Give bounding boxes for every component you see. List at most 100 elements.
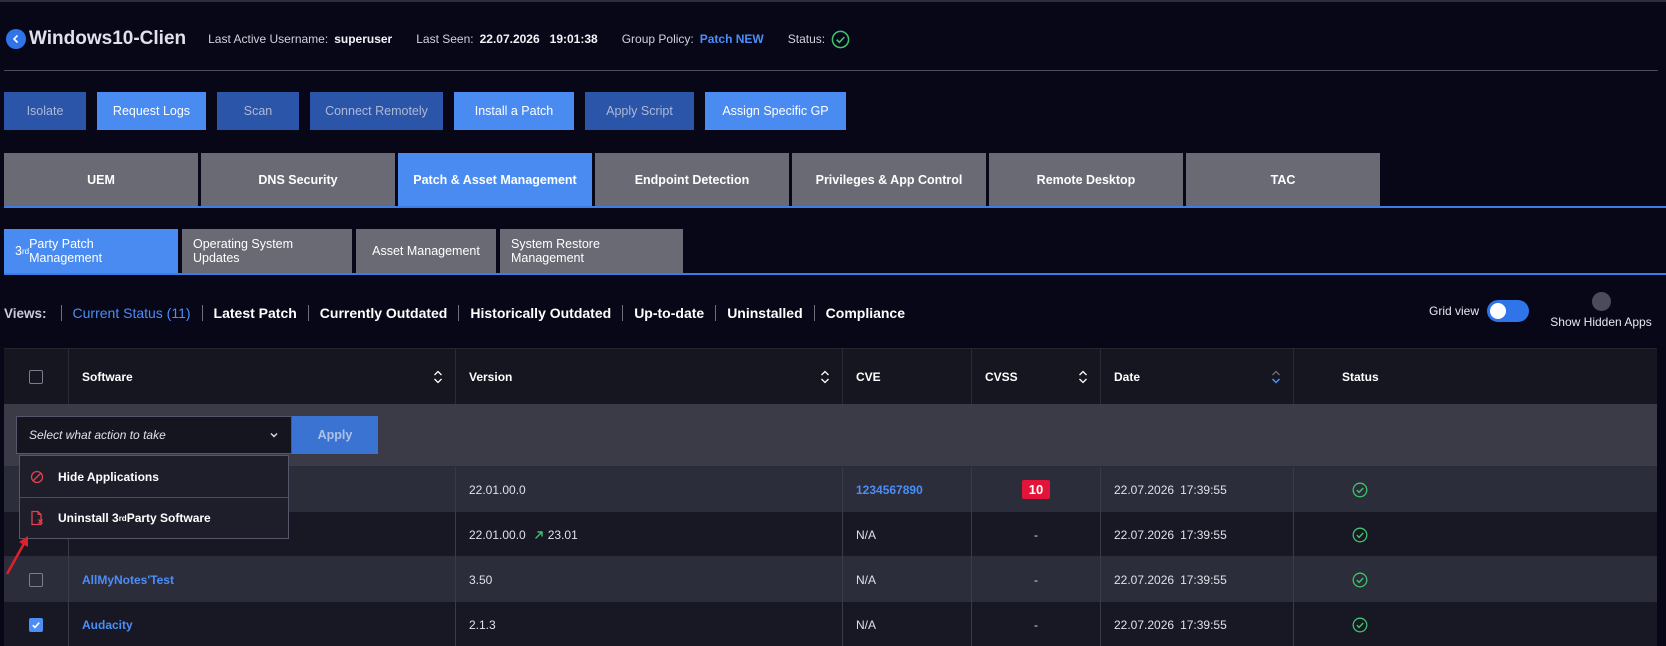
sub-tabs-underline — [4, 273, 1666, 275]
select-all-checkbox[interactable] — [29, 370, 43, 384]
view-compliance[interactable]: Compliance — [813, 305, 916, 321]
date-cell: 22.07.2026 17:39:55 — [1101, 512, 1294, 557]
assign-gp-button[interactable]: Assign Specific GP — [705, 92, 846, 130]
cve-link[interactable]: 1234567890 — [856, 483, 923, 497]
apply-script-button[interactable]: Apply Script — [585, 92, 694, 130]
date-cell: 22.07.2026 17:39:55 — [1101, 557, 1294, 602]
cve-cell: N/A — [843, 602, 972, 646]
tab-endpoint-detection[interactable]: Endpoint Detection — [595, 153, 789, 206]
chevron-left-icon — [12, 34, 19, 44]
tab-remote-desktop[interactable]: Remote Desktop — [989, 153, 1183, 206]
column-cve: CVE — [843, 349, 972, 405]
subtab-system-restore[interactable]: System Restore Management — [500, 229, 683, 273]
sort-icon — [1079, 370, 1087, 384]
cvss-cell: - — [972, 557, 1101, 602]
arrow-up-right-icon — [534, 530, 543, 539]
connect-remotely-button[interactable]: Connect Remotely — [310, 92, 443, 130]
available-update: 23.01 — [534, 528, 578, 542]
grid-view-label: Grid view — [1429, 304, 1480, 318]
menu-item-hide-applications[interactable]: Hide Applications — [20, 456, 288, 497]
menu-item-uninstall-software[interactable]: Uninstall 3rd Party Software — [20, 497, 288, 538]
chevron-down-icon — [270, 433, 278, 438]
view-uninstalled[interactable]: Uninstalled — [715, 305, 813, 321]
subtab-third-party-patch[interactable]: 3rd Party Patch Management — [4, 229, 178, 273]
date-cell: 22.07.2026 17:39:55 — [1101, 467, 1294, 512]
status-cell — [1294, 602, 1557, 646]
status-cell — [1294, 512, 1557, 557]
cve-cell: N/A — [843, 512, 972, 557]
group-policy: Group Policy: Patch NEW — [621, 32, 764, 46]
column-software[interactable]: Software — [69, 349, 456, 405]
isolate-button[interactable]: Isolate — [4, 92, 86, 130]
uninstall-file-icon — [30, 510, 48, 526]
device-header: Windows10-Clien Last Active Username: su… — [6, 24, 874, 54]
software-link[interactable]: AllMyNotes'Test — [82, 573, 174, 587]
sub-tabs: 3rd Party Patch Management Operating Sys… — [4, 229, 683, 273]
install-patch-button[interactable]: Install a Patch — [454, 92, 574, 130]
action-toolbar: Isolate Request Logs Scan Connect Remote… — [4, 92, 846, 130]
cvss-cell: - — [972, 512, 1101, 557]
header-select-cell — [4, 349, 69, 405]
show-hidden-apps-toggle[interactable] — [1591, 292, 1611, 311]
version-cell: 22.01.00.0 — [456, 467, 843, 512]
version-cell: 2.1.3 — [456, 602, 843, 646]
tab-dns-security[interactable]: DNS Security — [201, 153, 395, 206]
views-bar: Views: Current Status (11) Latest Patch … — [4, 302, 916, 324]
request-logs-button[interactable]: Request Logs — [97, 92, 206, 130]
main-tabs: UEM DNS Security Patch & Asset Managemen… — [4, 153, 1380, 206]
column-cvss[interactable]: CVSS — [972, 349, 1101, 405]
checkmark-icon — [32, 621, 40, 629]
toggle-knob — [1490, 303, 1507, 319]
annotation-arrow-icon — [5, 536, 28, 575]
check-circle-icon — [1352, 482, 1368, 497]
apply-button[interactable]: Apply — [292, 416, 378, 454]
main-tabs-underline — [4, 206, 1666, 208]
device-title: Windows10-Clien — [29, 28, 187, 49]
scan-button[interactable]: Scan — [217, 92, 299, 130]
subtab-asset-management[interactable]: Asset Management — [356, 229, 496, 273]
column-date[interactable]: Date — [1101, 349, 1294, 405]
views-label: Views: — [4, 305, 47, 321]
sort-icon — [434, 370, 442, 384]
action-select[interactable]: Select what action to take — [16, 416, 292, 454]
back-button[interactable] — [6, 29, 26, 49]
column-status: Status — [1342, 370, 1379, 384]
tab-patch-asset-management[interactable]: Patch & Asset Management — [398, 153, 592, 206]
software-cell: AllMyNotes'Test — [69, 557, 456, 602]
version-cell: 22.01.00.0 23.01 — [456, 512, 843, 557]
cve-cell: 1234567890 — [843, 467, 972, 512]
check-circle-icon — [1352, 572, 1368, 587]
tab-tac[interactable]: TAC — [1186, 153, 1380, 206]
sort-icon — [821, 370, 829, 384]
tab-uem[interactable]: UEM — [4, 153, 198, 206]
grid-view-toggle[interactable] — [1487, 300, 1530, 322]
software-link[interactable]: Audacity — [82, 618, 133, 632]
date-cell: 22.07.2026 17:39:55 — [1101, 602, 1294, 646]
view-up-to-date[interactable]: Up-to-date — [622, 305, 715, 321]
check-circle-icon — [1352, 527, 1368, 542]
view-latest-patch[interactable]: Latest Patch — [201, 305, 308, 321]
row-select-cell — [4, 602, 69, 646]
last-active-username: Last Active Username: superuser — [208, 32, 393, 46]
column-version[interactable]: Version — [456, 349, 843, 405]
table-header: Software Version CVE CVSS Date Status — [4, 348, 1657, 405]
cvss-cell: 10 — [972, 467, 1101, 512]
view-historically-outdated[interactable]: Historically Outdated — [458, 305, 622, 321]
tab-privileges-app-control[interactable]: Privileges & App Control — [792, 153, 986, 206]
table-row[interactable]: AllMyNotes'Test 3.50 N/A - 22.07.2026 17:… — [4, 556, 1657, 602]
subtab-os-updates[interactable]: Operating System Updates — [182, 229, 352, 273]
software-cell: Audacity — [69, 602, 456, 646]
status-cell — [1294, 557, 1557, 602]
row-checkbox-checked[interactable] — [29, 617, 43, 632]
table-row[interactable]: Audacity 2.1.3 N/A - 22.07.2026 17:39:55 — [4, 601, 1657, 646]
check-circle-icon — [1352, 617, 1368, 632]
check-circle-icon — [831, 30, 850, 49]
last-seen: Last Seen: 22.07.2026 19:01:38 — [416, 32, 598, 46]
sort-descending-icon — [1271, 370, 1281, 384]
version-cell: 3.50 — [456, 557, 843, 602]
view-current-status[interactable]: Current Status (11) — [60, 305, 202, 321]
view-currently-outdated[interactable]: Currently Outdated — [307, 305, 459, 321]
cve-cell: N/A — [843, 557, 972, 602]
cvss-cell: - — [972, 602, 1101, 646]
group-policy-link[interactable]: Patch NEW — [700, 32, 764, 46]
